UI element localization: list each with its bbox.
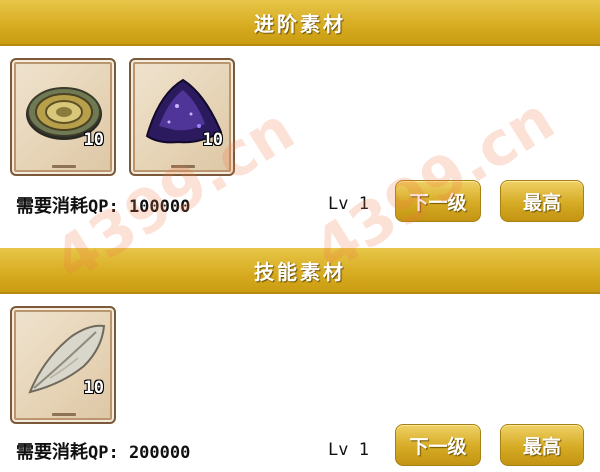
cost-label: 需要消耗 (16, 196, 88, 217)
section-title: 进阶素材 (254, 11, 346, 36)
ascension-materials-section: 进阶素材 10 10 需要消耗QP: 100000 Lv 1 下一级 最高 (0, 0, 600, 234)
level-label: Lv 1 (328, 440, 369, 460)
max-level-button[interactable]: 最高 (500, 424, 584, 466)
material-item[interactable]: 10 (129, 58, 235, 176)
item-count: 10 (83, 378, 104, 398)
cost-value: QP: 100000 (88, 197, 191, 217)
next-level-button[interactable]: 下一级 (395, 180, 481, 222)
item-tag (52, 165, 76, 168)
section-header: 进阶素材 (0, 0, 600, 46)
section-header: 技能素材 (0, 248, 600, 294)
section-title: 技能素材 (254, 259, 346, 284)
cost-value: QP: 200000 (88, 443, 191, 463)
next-level-button[interactable]: 下一级 (395, 424, 481, 466)
item-count: 10 (202, 130, 223, 150)
item-count: 10 (83, 130, 104, 150)
skill-materials-section: 技能素材 10 需要消耗QP: 200000 Lv 1 下一级 最高 (0, 248, 600, 472)
level-label: Lv 1 (328, 194, 369, 214)
material-item[interactable]: 10 (10, 306, 116, 424)
item-tag (171, 165, 195, 168)
cost-text: 需要消耗QP: 100000 (16, 192, 190, 218)
material-item[interactable]: 10 (10, 58, 116, 176)
item-tag (52, 413, 76, 416)
cost-text: 需要消耗QP: 200000 (16, 438, 190, 464)
cost-label: 需要消耗 (16, 442, 88, 463)
max-level-button[interactable]: 最高 (500, 180, 584, 222)
